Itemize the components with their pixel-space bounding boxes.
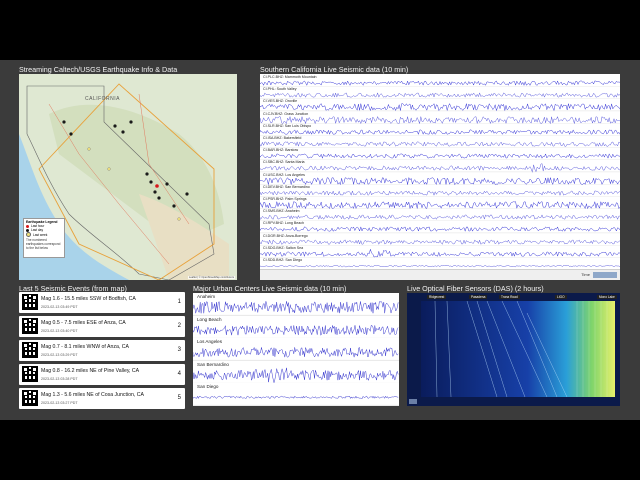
station-label: CI.USC.BHZ: Los Angeles [262,172,306,177]
station-label: CI.VES.BHZ: Oroville [262,99,299,104]
map-attribution[interactable]: Leaflet | © OpenStreetMap contributors [187,276,235,279]
urban-station-label: San Diego [196,384,220,390]
legend-note: The numbered earthquakes correspond to t… [26,238,61,250]
das-segment-label: Mono Lake [597,295,617,299]
seismic-trace [260,115,620,124]
station-label: CI.SBC.BHZ: Santa Maria [262,160,306,165]
legend-item-last-week: Last week [26,232,62,237]
socal-panel-title: Southern California Live Seismic data (1… [260,65,409,74]
socal-seismogram-panel: Time CI.PLC.BHZ: Mammoth Mountain CI.PHL:… [260,74,620,280]
seismic-trace [260,141,620,149]
red-dot-icon [26,224,29,228]
event-time: 2023-02-13 03:28 PDT [41,377,78,381]
urban-panel-title: Major Urban Centers Live Seismic data (1… [193,284,347,293]
qr-code-icon[interactable] [22,390,38,406]
seismic-trace [260,103,620,112]
station-label: CI.CJV.BHZ: Grass Junction [262,111,310,116]
event-number: 4 [177,371,181,377]
socal-footer: Time [260,269,620,280]
seismic-trace [260,176,620,185]
qr-code-icon[interactable] [22,342,38,358]
urban-station-label: San Bernardino [196,361,230,367]
urban-seismic-trace [193,346,399,361]
event-title: Mag 1.6 - 15.5 miles SSW of Bodfish, CA [41,296,136,302]
qr-code-icon[interactable] [22,294,38,310]
station-label: CI.SMS.BHZ: Anaheim [262,209,301,214]
event-card[interactable]: Mag 1.3 - 5.6 miles NE of Cosa Junction,… [19,388,185,409]
station-label: CI.SLR.BHZ: San Luis Obispo [262,123,313,128]
seismic-trace [260,265,620,271]
event-card[interactable]: Mag 1.6 - 15.5 miles SSW of Bodfish, CA 2… [19,292,185,313]
das-panel-title: Live Optical Fiber Sensors (DAS) (2 hour… [407,284,544,293]
urban-seismic-trace [193,324,399,339]
qr-code-icon[interactable] [22,366,38,382]
event-time: 2023-02-13 03:49 PDT [41,305,78,309]
event-time: 2023-02-13 03:27 PDT [41,401,78,405]
earthquake-map[interactable]: CALIFORNIA Earthquake Legend Last hour L… [19,74,237,280]
seismic-trace [260,190,620,197]
seismic-trace [260,153,620,161]
das-segment-label: Trona Road [499,295,520,299]
seismic-trace [260,214,620,222]
event-title: Mag 0.8 - 16.2 miles NE of Pine Valley, … [41,368,140,374]
das-waterfall-graphic [409,300,615,404]
station-label: CI.DGR.BHZ: Anza-Borrego [262,233,309,238]
urban-station-label: Anaheim [196,294,217,299]
event-title: Mag 1.3 - 5.6 miles NE of Cosa Junction,… [41,392,144,398]
das-segment-label: LIGO [555,295,567,299]
event-card[interactable]: Mag 0.7 - 8.1 miles WNW of Anza, CA 2023-… [19,340,185,361]
urban-seismic-trace [193,300,399,316]
time-axis-label: Time [581,272,590,277]
caltech-logo [593,272,617,278]
seismic-trace [260,200,620,210]
station-label: CI.ISA.BHZ: Bakersfield [262,136,303,140]
qr-code-icon[interactable] [22,318,38,334]
das-segment-label: Pasadena [469,295,488,299]
urban-station-label: Los Angeles [196,339,224,345]
das-waterfall-panel: Ridgecrest Pasadena Trona Road LIGO Mono Lak… [407,293,620,406]
seismic-trace [260,129,620,136]
event-time: 2023-02-13 03:29 PDT [41,353,78,357]
seismic-trace [260,248,620,258]
station-label: CI.PHL: South Valley [262,87,298,92]
seismic-trace [260,226,620,234]
station-label: CI.SDG.BHZ: Salton Sea [262,245,305,250]
event-number: 2 [177,323,181,329]
map-panel-title: Streaming Caltech/USGS Earthquake Info &… [19,65,178,74]
seismic-trace [260,163,620,173]
seismic-trace [260,92,620,100]
event-time: 2023-02-13 03:40 PDT [41,329,78,333]
seismic-trace [260,238,620,246]
event-number: 5 [177,395,181,401]
station-label: CI.BAR.BHZ: Barstow [262,148,300,153]
event-card[interactable]: Mag 0.5 - 7.5 miles ESE of Anza, CA 2023-… [19,316,185,337]
urban-seismic-trace [193,396,399,406]
event-title: Mag 0.7 - 8.1 miles WNW of Anza, CA [41,344,129,350]
urban-seismogram-panel: Anaheim Long Beach Los Angeles San Bernardi… [193,293,399,406]
event-card[interactable]: Mag 0.8 - 16.2 miles NE of Pine Valley, … [19,364,185,385]
station-label: CI.SDD.BHZ: San Diego [262,258,304,262]
station-label: CI.PLC.BHZ: Mammoth Mountain [262,75,318,79]
event-number: 1 [177,299,181,305]
das-segment-label: Ridgecrest [427,295,447,299]
stream-stage: Streaming Caltech/USGS Earthquake Info &… [0,60,640,420]
urban-station-label: Long Beach [196,316,223,322]
earthquake-legend: Earthquake Legend Last hour Last day Las… [23,218,65,258]
station-label: CI.PSR.BHZ: Palm Springs [262,197,308,201]
station-label: CI.RPV.BHZ: Long Beach [262,221,306,226]
station-label: CI.DEV.BHZ: San Bernardino [262,184,311,189]
state-label: CALIFORNIA [85,96,121,102]
yellow-dot-icon [26,232,31,237]
event-number: 3 [177,347,181,353]
event-title: Mag 0.5 - 7.5 miles ESE of Anza, CA [41,320,126,326]
